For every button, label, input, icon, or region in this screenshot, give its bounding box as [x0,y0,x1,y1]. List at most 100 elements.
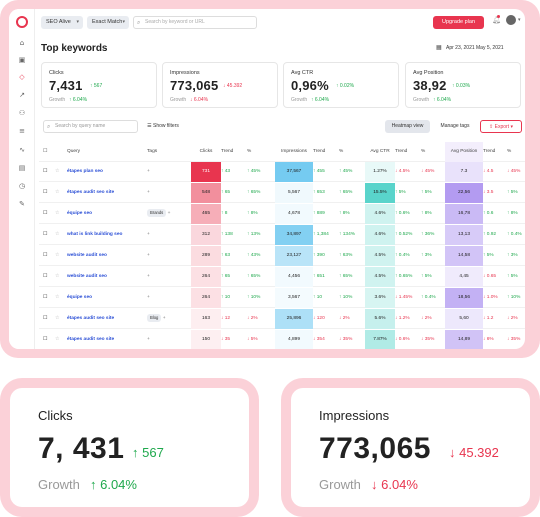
show-filters-button[interactable]: ☰ Show filters [142,120,184,133]
table-row[interactable]: ☐ ☆ équipe seo Brands +465 ↑ 8 ↑ 8% 4,678 ↑ 889… [39,204,525,224]
trpct-cell: ↓ 2% [421,316,432,321]
star-icon[interactable]: ☆ [55,183,63,203]
tag-cell[interactable]: + [147,162,187,182]
tag-cell[interactable]: + [147,330,187,349]
query-link[interactable]: étapes audit seo site [67,183,147,203]
select-all-checkbox[interactable]: ☐ [43,142,51,162]
users-icon[interactable]: ⚇ [18,109,26,117]
query-search-input[interactable]: ⌕ Search by query name [43,120,138,133]
column-header[interactable]: Clicks [191,142,221,162]
export-button[interactable]: ⇪ Export ▾ [480,120,522,133]
heatmap-view-button[interactable]: Heatmap view [385,120,430,133]
column-header[interactable]: % [247,142,273,162]
table-row[interactable]: ☐ ☆ équipe seo +264 ↑ 10 ↑ 10% 3,567 ↑ 10 ↑ 10%… [39,288,525,308]
tag-pill[interactable]: Brands [147,209,167,217]
column-header[interactable]: Impressions [275,142,313,162]
show-filters-label: Show filters [153,123,179,129]
star-icon[interactable]: ☆ [55,288,63,308]
layers-icon[interactable]: ▤ [18,164,26,172]
row-checkbox[interactable]: ☐ [43,267,51,287]
table-row[interactable]: ☐ ☆ étapes audit seo site +150 ↓ 35 ↓ 5% 4,89… [39,330,525,349]
row-checkbox[interactable]: ☐ [43,330,51,349]
tag-pill[interactable]: Blog [147,314,162,322]
row-checkbox[interactable]: ☐ [43,183,51,203]
table-row[interactable]: ☐ ☆ étapes audit seo site Blog +163 ↓ 12 ↓ 2%… [39,309,525,329]
query-link[interactable]: équipe seo [67,288,147,308]
add-tag-icon[interactable]: + [147,274,150,279]
star-icon[interactable]: ☆ [55,309,63,329]
add-tag-icon[interactable]: + [147,232,150,237]
table-row[interactable]: ☐ ☆ étapes plan seo +731 ↑ 43 ↑ 45% 37,567 ↑ 4… [39,162,525,182]
avatar[interactable] [506,15,516,25]
query-link[interactable]: website audit seo [67,267,147,287]
clock-icon[interactable]: ◷ [18,182,26,190]
row-checkbox[interactable]: ☐ [43,246,51,266]
column-header[interactable]: Trend [395,142,421,162]
star-icon[interactable]: ☆ [55,267,63,287]
column-header[interactable]: Avg Position [445,142,483,162]
query-link[interactable]: étapes plan seo [67,162,147,182]
date-range-label: Apr 23, 2021 May 5, 2021 [446,45,504,51]
tag-cell[interactable]: + [147,288,187,308]
diamond-icon[interactable]: ◇ [18,73,26,81]
project-select[interactable]: SEO Alive ▾ [41,16,83,29]
add-tag-icon[interactable]: + [166,211,171,216]
chevron-down-icon[interactable]: ▾ [518,17,521,23]
column-header[interactable]: Trend [221,142,247,162]
table-row[interactable]: ☐ ☆ website audit seo +289 ↑ 63 ↑ 43% 23,127 ↑… [39,246,525,266]
tag-cell[interactable]: + [147,246,187,266]
table-row[interactable]: ☐ ☆ website audit seo +264 ↑ 65 ↑ 65% 4,456 ↑ … [39,267,525,287]
add-tag-icon[interactable]: + [147,190,150,195]
app-logo[interactable] [16,16,28,28]
impr-cell: 37,567 [275,162,313,182]
column-header[interactable]: Query [67,142,147,162]
list-icon[interactable]: ≡ [18,127,26,135]
star-icon[interactable]: ☆ [55,162,63,182]
tag-cell[interactable]: + [147,183,187,203]
star-icon[interactable]: ☆ [55,225,63,245]
query-link[interactable]: équipe seo [67,204,147,224]
column-header[interactable]: Avg CTR [365,142,395,162]
search-input[interactable]: ⌕ Search by keyword or URL [133,16,257,29]
home-icon[interactable]: ⌂ [18,39,26,47]
star-icon[interactable]: ☆ [55,246,63,266]
row-checkbox[interactable]: ☐ [43,162,51,182]
query-link[interactable]: étapes audit seo site [67,330,147,349]
column-header[interactable]: Tags [147,142,187,162]
tag-cell[interactable]: + [147,267,187,287]
add-tag-icon[interactable]: + [147,253,150,258]
table-row[interactable]: ☐ ☆ étapes audit seo site +548 ↑ 65 ↑ 65% 5,5… [39,183,525,203]
column-header[interactable]: Trend [313,142,339,162]
tag-cell[interactable]: Blog + [147,309,187,329]
query-link[interactable]: étapes audit seo site [67,309,147,329]
column-header[interactable]: % [507,142,525,162]
date-range-picker[interactable]: ▦ Apr 23, 2021 May 5, 2021 [434,41,522,55]
trend-icon[interactable]: ∿ [18,146,26,154]
trtrend-cell: ↑ 0.6% [395,211,410,216]
camera-icon[interactable]: ▣ [18,56,26,64]
edit-icon[interactable]: ✎ [18,200,26,208]
row-checkbox[interactable]: ☐ [43,309,51,329]
row-checkbox[interactable]: ☐ [43,204,51,224]
chart-icon[interactable]: ↗ [18,91,26,99]
row-checkbox[interactable]: ☐ [43,225,51,245]
add-tag-icon[interactable]: + [147,295,150,300]
add-tag-icon[interactable]: + [147,169,150,174]
add-tag-icon[interactable]: + [161,316,166,321]
row-checkbox[interactable]: ☐ [43,288,51,308]
table-row[interactable]: ☐ ☆ what is link building seo +312 ↑ 138 ↑ 1… [39,225,525,245]
query-link[interactable]: website audit seo [67,246,147,266]
tag-cell[interactable]: Brands + [147,204,187,224]
chevron-down-icon: ▾ [76,19,79,25]
column-header[interactable]: Trend [483,142,507,162]
column-header[interactable]: % [421,142,443,162]
tag-cell[interactable]: + [147,225,187,245]
star-icon[interactable]: ☆ [55,330,63,349]
upgrade-button[interactable]: Upgrade plan [433,16,484,29]
query-link[interactable]: what is link building seo [67,225,147,245]
manage-tags-button[interactable]: Manage tags [435,120,475,133]
add-tag-icon[interactable]: + [147,337,150,342]
column-header[interactable]: % [339,142,363,162]
star-icon[interactable]: ☆ [55,204,63,224]
match-select[interactable]: Exact Match ▾ [87,16,129,29]
